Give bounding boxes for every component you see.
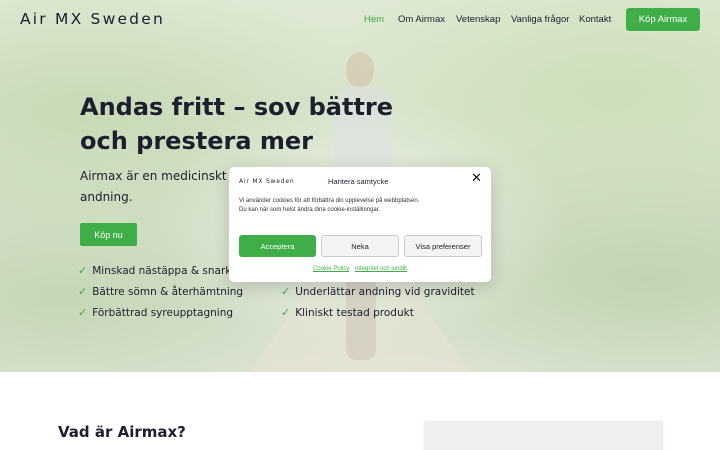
list-item: ✓ Bättre sömn & återhämtning	[78, 285, 244, 298]
list-item: ✓ Underlättar andning vid graviditet	[281, 285, 475, 298]
check-icon: ✓	[78, 264, 88, 277]
preferences-button[interactable]: Visa preferenser	[404, 235, 482, 257]
buy-airmax-button[interactable]: Köp Airmax	[626, 8, 700, 31]
dialog-links: Cookie Policy Integritet och juridik	[229, 266, 491, 272]
nav-item-vanliga-fragor[interactable]: Vanliga frågor	[511, 14, 569, 25]
site-logo[interactable]: Air MX Sweden	[20, 10, 165, 28]
section-title: Vad är Airmax?	[58, 423, 186, 441]
nav-item-om-airmax[interactable]: Om Airmax	[398, 14, 445, 25]
list-item: ✓ Förbättrad syreupptagning	[78, 306, 234, 319]
nav-item-vetenskap[interactable]: Vetenskap	[456, 14, 500, 25]
check-icon: ✓	[78, 306, 88, 319]
check-icon: ✓	[281, 306, 291, 319]
list-item: ✓ Minskad nästäppa & snarkning	[78, 264, 255, 277]
buy-now-button[interactable]: Köp nu	[80, 223, 137, 246]
nav-item-kontakt[interactable]: Kontakt	[579, 14, 611, 25]
hero-title: Andas fritt – sov bättre och prestera me…	[80, 93, 394, 155]
cookie-policy-link[interactable]: Cookie Policy	[313, 266, 349, 272]
check-icon: ✓	[78, 285, 88, 298]
dialog-title: Hantera samtycke	[328, 177, 389, 186]
list-item: ✓ Kliniskt testad produkt	[281, 306, 414, 319]
dialog-text: Vi använder cookies för att förbättra di…	[239, 198, 420, 213]
cookie-consent-dialog: Air MX Sweden Hantera samtycke ✕ Vi anvä…	[229, 167, 491, 282]
privacy-link[interactable]: Integritet och juridik	[355, 266, 407, 272]
deny-button[interactable]: Neka	[321, 235, 399, 257]
dialog-brand: Air MX Sweden	[239, 178, 295, 185]
nav-item-hem[interactable]: Hem	[364, 14, 384, 25]
accept-button[interactable]: Acceptera	[239, 235, 316, 257]
section-image-card	[424, 421, 663, 450]
check-icon: ✓	[281, 285, 291, 298]
close-icon[interactable]: ✕	[471, 172, 482, 186]
